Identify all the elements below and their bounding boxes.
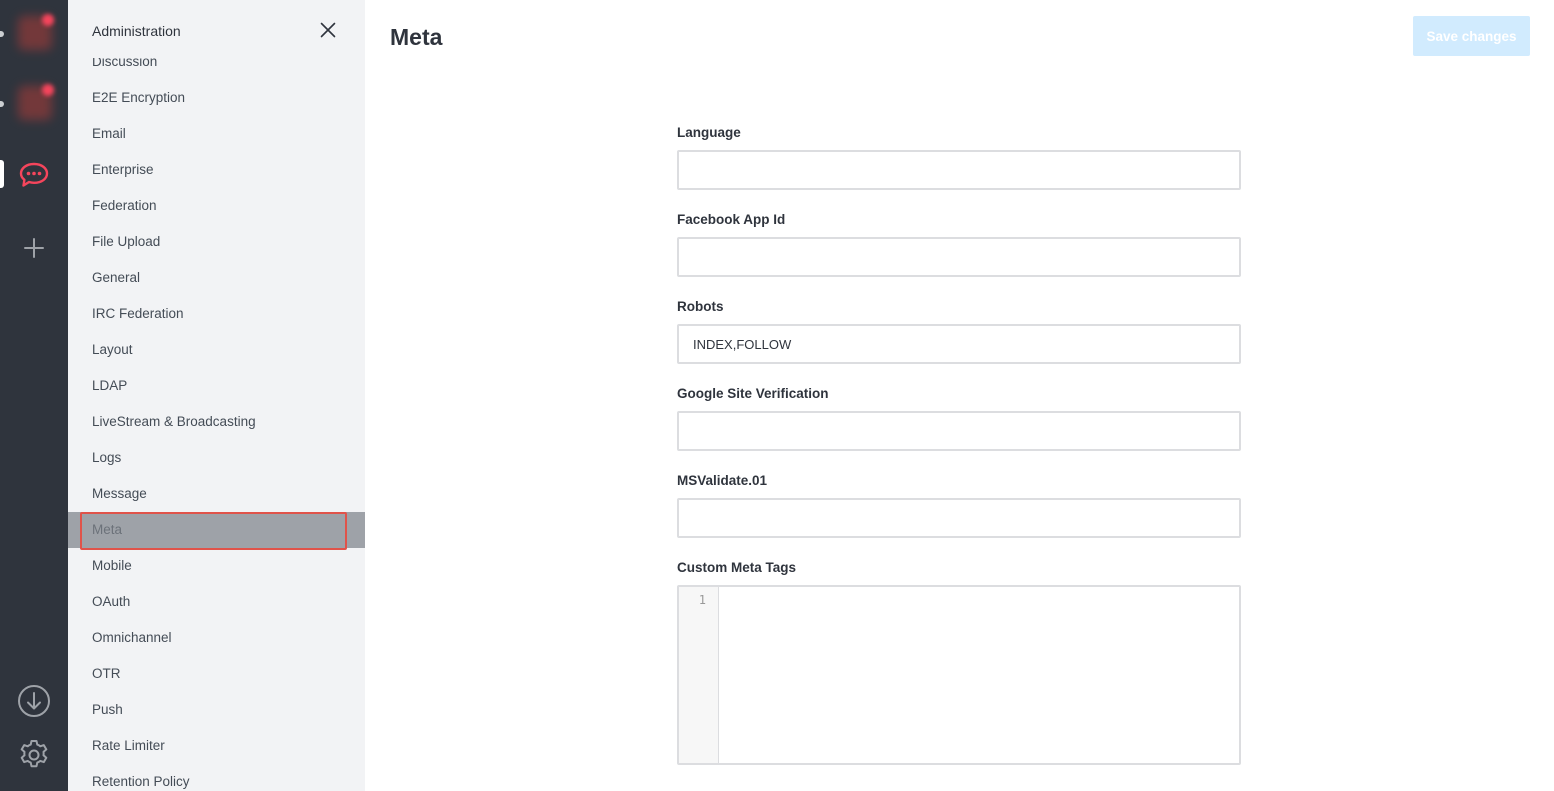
sidebar-item-oauth[interactable]: OAuth (68, 584, 365, 620)
msvalidate-input[interactable] (677, 498, 1241, 538)
sidebar-item-retention-policy[interactable]: Retention Policy (68, 764, 365, 791)
facebook-app-id-input[interactable] (677, 237, 1241, 277)
editor-code-area[interactable] (720, 587, 1239, 763)
field-label: Language (677, 125, 741, 140)
sidebar-item-livestream[interactable]: LiveStream & Broadcasting (68, 404, 365, 440)
msvalidate-field: MSValidate.01 (677, 473, 1241, 538)
sidebar-item-file-upload[interactable]: File Upload (68, 224, 365, 260)
sidebar-title: Administration (92, 23, 181, 39)
editor-gutter: 1 (679, 587, 719, 763)
rocketchat-logo-icon[interactable] (18, 160, 50, 190)
custom-meta-tags-field: Custom Meta Tags 1 (677, 560, 1241, 765)
sidebar-item-e2e-encryption[interactable]: E2E Encryption (68, 80, 365, 116)
line-number: 1 (698, 593, 706, 607)
sidebar-header: Administration (68, 0, 365, 58)
active-server-indicator (0, 160, 4, 188)
sidebar-item-email[interactable]: Email (68, 116, 365, 152)
sidebar-item-enterprise[interactable]: Enterprise (68, 152, 365, 188)
google-site-verification-field: Google Site Verification (677, 386, 1241, 451)
meta-settings-form: Language Facebook App Id Robots Google S… (677, 125, 1241, 787)
gear-icon[interactable] (17, 738, 51, 772)
sidebar-item-federation[interactable]: Federation (68, 188, 365, 224)
server-avatar-1[interactable] (18, 14, 54, 50)
admin-nav-list: Discussion E2E Encryption Email Enterpri… (68, 44, 365, 791)
language-input[interactable] (677, 150, 1241, 190)
server-avatar-2[interactable] (18, 84, 54, 120)
language-field: Language (677, 125, 1241, 190)
field-label: Facebook App Id (677, 212, 786, 227)
robots-field: Robots (677, 299, 1241, 364)
robots-input[interactable] (677, 324, 1241, 364)
save-changes-button[interactable]: Save changes (1413, 16, 1530, 56)
notification-dot (42, 14, 54, 26)
sidebar-item-general[interactable]: General (68, 260, 365, 296)
sidebar-item-mobile[interactable]: Mobile (68, 548, 365, 584)
admin-sidebar: Discussion E2E Encryption Email Enterpri… (68, 0, 365, 791)
field-label: MSValidate.01 (677, 473, 768, 488)
unread-pip (0, 31, 4, 37)
sidebar-item-rate-limiter[interactable]: Rate Limiter (68, 728, 365, 764)
field-label: Robots (677, 299, 724, 314)
server-rail (0, 0, 68, 791)
notification-dot (42, 84, 54, 96)
custom-meta-tags-editor[interactable]: 1 (677, 585, 1241, 765)
close-icon[interactable] (318, 20, 338, 40)
sidebar-item-meta[interactable]: Meta (68, 512, 365, 550)
google-site-verification-input[interactable] (677, 411, 1241, 451)
sidebar-item-push[interactable]: Push (68, 692, 365, 728)
facebook-app-id-field: Facebook App Id (677, 212, 1241, 277)
unread-pip (0, 101, 4, 107)
page-title: Meta (390, 24, 443, 50)
field-label: Custom Meta Tags (677, 560, 797, 575)
field-label: Google Site Verification (677, 386, 829, 401)
sidebar-item-omnichannel[interactable]: Omnichannel (68, 620, 365, 656)
main-content: Meta Save changes Language Facebook App … (365, 0, 1554, 791)
download-icon[interactable] (17, 684, 51, 718)
sidebar-item-layout[interactable]: Layout (68, 332, 365, 368)
sidebar-item-irc-federation[interactable]: IRC Federation (68, 296, 365, 332)
sidebar-item-message[interactable]: Message (68, 476, 365, 512)
add-icon[interactable] (22, 236, 46, 260)
sidebar-item-otr[interactable]: OTR (68, 656, 365, 692)
sidebar-item-ldap[interactable]: LDAP (68, 368, 365, 404)
sidebar-item-logs[interactable]: Logs (68, 440, 365, 476)
